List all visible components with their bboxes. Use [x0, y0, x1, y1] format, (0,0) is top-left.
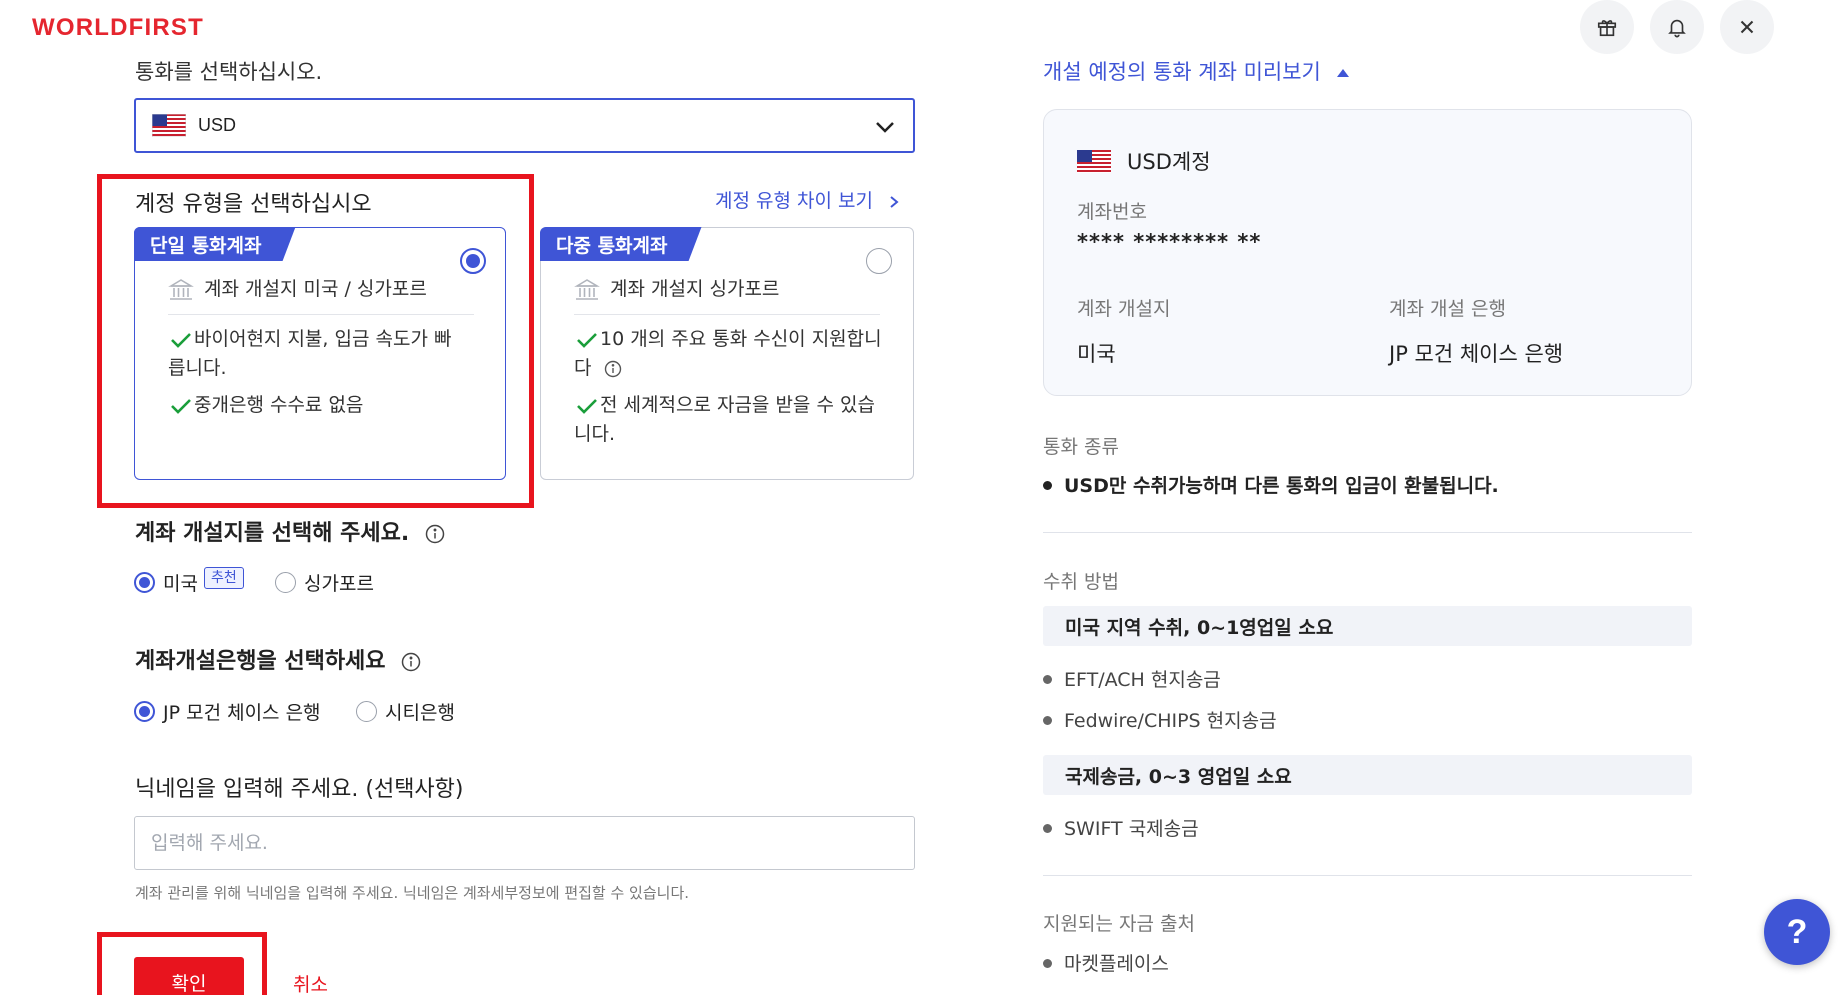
highlight-box [97, 174, 534, 508]
nickname-input[interactable] [134, 816, 915, 870]
card-feature-text: 전 세계적으로 자금을 받을 수 있습니다. [574, 394, 875, 445]
radio-singapore[interactable] [275, 572, 296, 593]
receive-method-title: 수취 방법 [1043, 571, 1119, 593]
location-option-us[interactable]: 미국 추천 [134, 566, 244, 596]
option-label: 싱가포르 [304, 573, 374, 595]
account-number-label: 계좌번호 [1077, 201, 1147, 223]
info-icon[interactable] [604, 360, 622, 378]
bank-icon [574, 278, 600, 300]
chevron-right-icon [890, 195, 899, 208]
gift-button[interactable] [1580, 0, 1634, 54]
location-value: 미국 [1077, 342, 1116, 366]
location-label: 계좌 개설지 [1077, 298, 1171, 320]
worldfirst-logo[interactable]: WORLDFIRST [32, 14, 204, 42]
bank-option-jpmorgan[interactable]: JP 모건 체이스 은행 [134, 698, 321, 725]
card-location: 계좌 개설지 싱가포르 [574, 275, 779, 304]
close-icon [1740, 20, 1754, 34]
info-icon[interactable] [425, 524, 445, 544]
multi-currency-account-card[interactable]: 다중 통화계좌 계좌 개설지 싱가포르 10 개의 주요 통화 수신이 지원합니… [540, 227, 914, 480]
divider [1043, 875, 1692, 876]
currency-select[interactable]: USD [134, 98, 915, 153]
receive-method-item: SWIFT 국제송금 [1043, 814, 1199, 841]
radio-citibank[interactable] [356, 701, 377, 722]
currency-value: USD [198, 115, 237, 135]
receive-method-item: Fedwire/CHIPS 현지송금 [1043, 706, 1277, 733]
receive-group-heading: 국제송금, 0~3 영업일 소요 [1043, 755, 1692, 795]
check-icon [577, 332, 597, 348]
account-preview-card: USD계정 계좌번호 **** ******** ** 계좌 개설지 미국 계좌… [1043, 109, 1692, 396]
card-divider [574, 314, 880, 315]
bank-title: 계좌개설은행을 선택하세요 [135, 643, 421, 675]
sources-title: 지원되는 자금 출처 [1043, 913, 1195, 935]
recommended-badge: 추천 [203, 566, 244, 589]
chevron-down-icon [876, 122, 894, 133]
currency-type-text: USD만 수취가능하며 다른 통화의 입금이 환불됩니다. [1043, 471, 1499, 498]
gift-icon [1597, 20, 1617, 37]
highlight-box [97, 932, 267, 995]
bank-option-citibank[interactable]: 시티은행 [356, 698, 455, 725]
preview-card-title: USD계정 [1077, 146, 1211, 176]
location-title-text: 계좌 개설지를 선택해 주세요. [135, 521, 410, 546]
caret-up-icon [1336, 69, 1349, 77]
bank-title-text: 계좌개설은행을 선택하세요 [135, 649, 386, 674]
account-number-value: **** ******** ** [1077, 230, 1262, 254]
nickname-hint: 계좌 관리를 위해 닉네임을 입력해 주세요. 닉네임은 계좌세부정보에 편집할… [135, 884, 690, 902]
location-option-singapore[interactable]: 싱가포르 [275, 569, 374, 596]
compare-link-label: 계정 유형 차이 보기 [715, 190, 873, 212]
cancel-button[interactable]: 취소 [293, 970, 328, 995]
card-feature: 전 세계적으로 자금을 받을 수 있습니다. [574, 391, 884, 449]
preview-toggle-link[interactable]: 개설 예정의 통화 계좌 미리보기 [1043, 56, 1350, 86]
bank-label: 계좌 개설 은행 [1389, 298, 1506, 320]
receive-group-heading: 미국 지역 수취, 0~1영업일 소요 [1043, 606, 1692, 646]
currency-type-title: 통화 종류 [1043, 436, 1119, 458]
card-tag: 다중 통화계좌 [540, 227, 702, 261]
compare-account-types-link[interactable]: 계정 유형 차이 보기 [715, 186, 901, 213]
bank-value: JP 모건 체이스 은행 [1389, 342, 1564, 366]
info-icon[interactable] [401, 652, 421, 672]
nickname-title: 닉네임을 입력해 주세요. (선택사항) [135, 777, 464, 802]
help-button[interactable]: ? [1764, 899, 1830, 965]
preview-link-label: 개설 예정의 통화 계좌 미리보기 [1043, 60, 1321, 84]
us-flag-icon [152, 114, 186, 137]
close-button[interactable] [1720, 0, 1774, 54]
option-label: 미국 [163, 573, 198, 595]
currency-label: 통화를 선택하십시오. [135, 60, 323, 84]
preview-title-text: USD계정 [1127, 150, 1211, 174]
card-location-text: 계좌 개설지 싱가포르 [610, 278, 780, 300]
source-item: 마켓플레이스 [1043, 949, 1169, 976]
option-label: JP 모건 체이스 은행 [163, 702, 321, 724]
receive-method-item: EFT/ACH 현지송금 [1043, 665, 1221, 692]
notification-button[interactable] [1650, 0, 1704, 54]
divider [1043, 532, 1692, 533]
multi-currency-radio[interactable] [866, 248, 892, 274]
radio-us[interactable] [134, 572, 155, 593]
card-feature: 10 개의 주요 통화 수신이 지원합니다 [574, 325, 884, 383]
option-label: 시티은행 [385, 702, 455, 724]
us-flag-icon [1077, 149, 1111, 173]
check-icon [577, 398, 597, 414]
radio-jpmorgan[interactable] [134, 701, 155, 722]
location-title: 계좌 개설지를 선택해 주세요. [135, 515, 445, 547]
bell-icon [1668, 19, 1686, 38]
